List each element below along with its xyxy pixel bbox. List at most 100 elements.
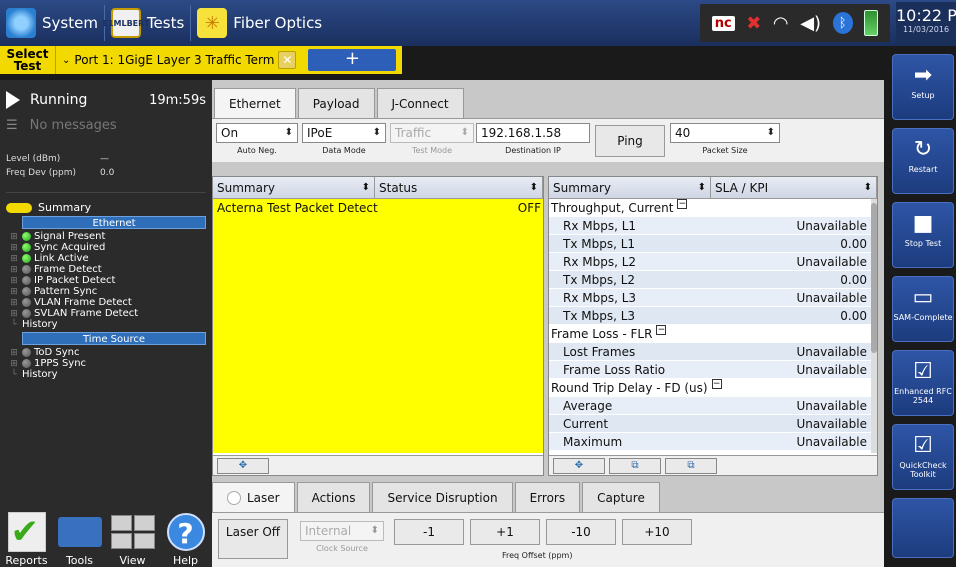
collapse-icon[interactable]: − [656, 325, 667, 335]
tab-ethernet[interactable]: Ethernet [214, 88, 296, 118]
tests-button[interactable]: E1MLBERT Tests [102, 3, 190, 43]
tree-item[interactable]: ⊞ 1PPS Sync [6, 358, 206, 369]
setup-button[interactable]: ➡ Setup [892, 54, 954, 120]
expand-button[interactable]: ✥ [553, 458, 605, 474]
tab-errors[interactable]: Errors [514, 482, 581, 512]
kpi-row-value: Unavailable [796, 255, 867, 269]
freq-dev-label: Freq Dev (ppm) [6, 168, 77, 178]
tree-item[interactable]: ⊞ IP Packet Detect [6, 275, 206, 286]
tab-service-disruption[interactable]: Service Disruption [372, 482, 513, 512]
data-mode-select[interactable]: IPoE ⬍ Data Mode [302, 123, 386, 155]
sam-icon: ▭ [912, 285, 934, 310]
quick-config-bar: On ⬍ Auto Neg. IPoE ⬍ Data Mode Traffic ⬍ T… [212, 118, 884, 162]
history-item[interactable]: └ History [6, 369, 206, 380]
laser-led-icon [227, 490, 241, 505]
select-test-button[interactable]: Select Test [0, 46, 56, 74]
summary-item[interactable]: Summary [6, 201, 206, 214]
freq-plus-1-button[interactable]: +1 [470, 519, 540, 545]
tab-laser[interactable]: Laser [212, 482, 295, 512]
system-button[interactable]: System [0, 3, 104, 43]
collapse-all-button[interactable]: ⧉ [609, 458, 661, 474]
kpi-group-row[interactable]: Frame Loss - FLR − [549, 325, 871, 343]
spinner-icon: ⬍ [697, 182, 706, 193]
tree-item[interactable]: ⊞ Frame Detect [6, 264, 206, 275]
tree-item[interactable]: ⊞ Signal Present [6, 231, 206, 242]
view-select[interactable]: Status ⬍ [375, 177, 543, 198]
test-mode-select[interactable]: Traffic ⬍ Test Mode [390, 123, 474, 155]
history-item[interactable]: └ History [6, 319, 206, 330]
kpi-row-label: Frame Loss Ratio [563, 363, 666, 377]
tab-j-connect[interactable]: J-Connect [376, 88, 464, 118]
sam-complete-button[interactable]: ▭ SAM-Complete [892, 276, 954, 342]
tree-item[interactable]: ⊞ ToD Sync [6, 347, 206, 358]
collapse-icon[interactable]: − [677, 199, 688, 209]
enhanced-check-icon: ☑ [913, 359, 933, 384]
expand-all-button[interactable]: ⧉ [665, 458, 717, 474]
freq-minus-10-button[interactable]: -10 [546, 519, 616, 545]
close-icon[interactable]: ✕ [278, 51, 297, 69]
status-panel: Running 19m:59s ☰ No messages Level (dBm… [0, 80, 212, 494]
tools-button[interactable]: Tools [55, 510, 105, 567]
tree-branch: └ [11, 319, 17, 330]
stop-test-button[interactable]: ■ Stop Test [892, 202, 954, 268]
summary-label: Summary [38, 201, 92, 214]
tab-actions[interactable]: Actions [296, 482, 371, 512]
kpi-row: Lost Frames Unavailable [549, 343, 871, 361]
tree-item[interactable]: ⊞ Link Active [6, 253, 206, 264]
spinner-icon: ⬍ [766, 127, 775, 138]
history-label: History [22, 369, 58, 380]
tree-item[interactable]: ⊞ Sync Acquired [6, 242, 206, 253]
tree-item[interactable]: ⊞ Pattern Sync [6, 286, 206, 297]
freq-plus-10-button[interactable]: +10 [622, 519, 692, 545]
restart-button[interactable]: ↻ Restart [892, 128, 954, 194]
status-tray[interactable]: nc ✖ ◠ ◀) ᛒ [700, 4, 890, 42]
time-source-group-header[interactable]: Time Source [22, 332, 206, 345]
setup-tabs: Ethernet Payload J-Connect [214, 88, 464, 118]
run-status[interactable]: Running 19m:59s [6, 88, 206, 112]
action-sidebar: ➡ Setup ↻ Restart ■ Stop Test ▭ SAM-Comp… [890, 54, 956, 567]
laser-off-button[interactable]: Laser Off [218, 519, 288, 559]
message-bar[interactable]: ☰ No messages [6, 118, 206, 133]
ethernet-group-header[interactable]: Ethernet [22, 216, 206, 229]
tree-item[interactable]: ⊞ SVLAN Frame Detect [6, 308, 206, 319]
destination-ip-field[interactable]: 192.168.1.58 Destination IP [476, 123, 590, 155]
packet-size-select[interactable]: 40 ⬍ Packet Size [670, 123, 780, 155]
category-select[interactable]: Summary ⬍ [549, 177, 711, 198]
auto-neg-select[interactable]: On ⬍ Auto Neg. [216, 123, 298, 155]
pane-footer: ✥ [213, 455, 543, 475]
freq-minus-1-button[interactable]: -1 [394, 519, 464, 545]
fiber-optics-label: Fiber Optics [233, 14, 323, 32]
clock-source-select[interactable]: Internal ⬍ Clock Source [300, 521, 384, 553]
tab-laser-label: Laser [247, 490, 280, 505]
reports-icon [7, 512, 46, 552]
enhanced-rfc-button[interactable]: ☑ Enhanced RFC 2544 [892, 350, 954, 416]
tab-payload[interactable]: Payload [297, 88, 375, 118]
tree-item[interactable]: ⊞ VLAN Frame Detect [6, 297, 206, 308]
tab-capture[interactable]: Capture [582, 482, 660, 512]
view-button[interactable]: View [108, 510, 158, 567]
gear-icon [6, 8, 36, 38]
category-select[interactable]: Summary ⬍ [213, 177, 375, 198]
reports-button[interactable]: Reports [2, 510, 52, 567]
collapse-icon: ⧉ [631, 460, 639, 471]
spinner-icon: ⬍ [372, 127, 381, 138]
fiber-optics-button[interactable]: ✳ Fiber Optics [191, 3, 328, 43]
port-tab[interactable]: ⌄ Port 1: 1GigE Layer 3 Traffic Term ✕ [56, 46, 302, 74]
add-test-button[interactable]: + [308, 49, 397, 71]
tree-item-label: Sync Acquired [34, 242, 106, 253]
quickcheck-button[interactable]: ☑ QuickCheck Toolkit [892, 424, 954, 490]
scrollbar-thumb[interactable] [871, 203, 877, 353]
ping-button[interactable]: Ping [595, 125, 665, 157]
kpi-group-row[interactable]: Throughput, Current − [549, 199, 871, 217]
view-select[interactable]: SLA / KPI ⬍ [711, 177, 877, 198]
tree-branch: ⊞ [10, 286, 18, 297]
expand-button[interactable]: ✥ [217, 458, 269, 474]
collapse-icon[interactable]: − [711, 379, 722, 389]
kpi-scrollbar[interactable] [871, 199, 877, 453]
kpi-row: Average Unavailable [549, 397, 871, 415]
help-button[interactable]: ? Help [161, 510, 211, 567]
kpi-group-row[interactable]: Round Trip Delay - FD (us) − [549, 379, 871, 397]
quickcheck-label: QuickCheck Toolkit [899, 461, 947, 479]
freq-offset-caption: Freq Offset (ppm) [502, 551, 573, 560]
nc-badge: nc [711, 15, 735, 31]
